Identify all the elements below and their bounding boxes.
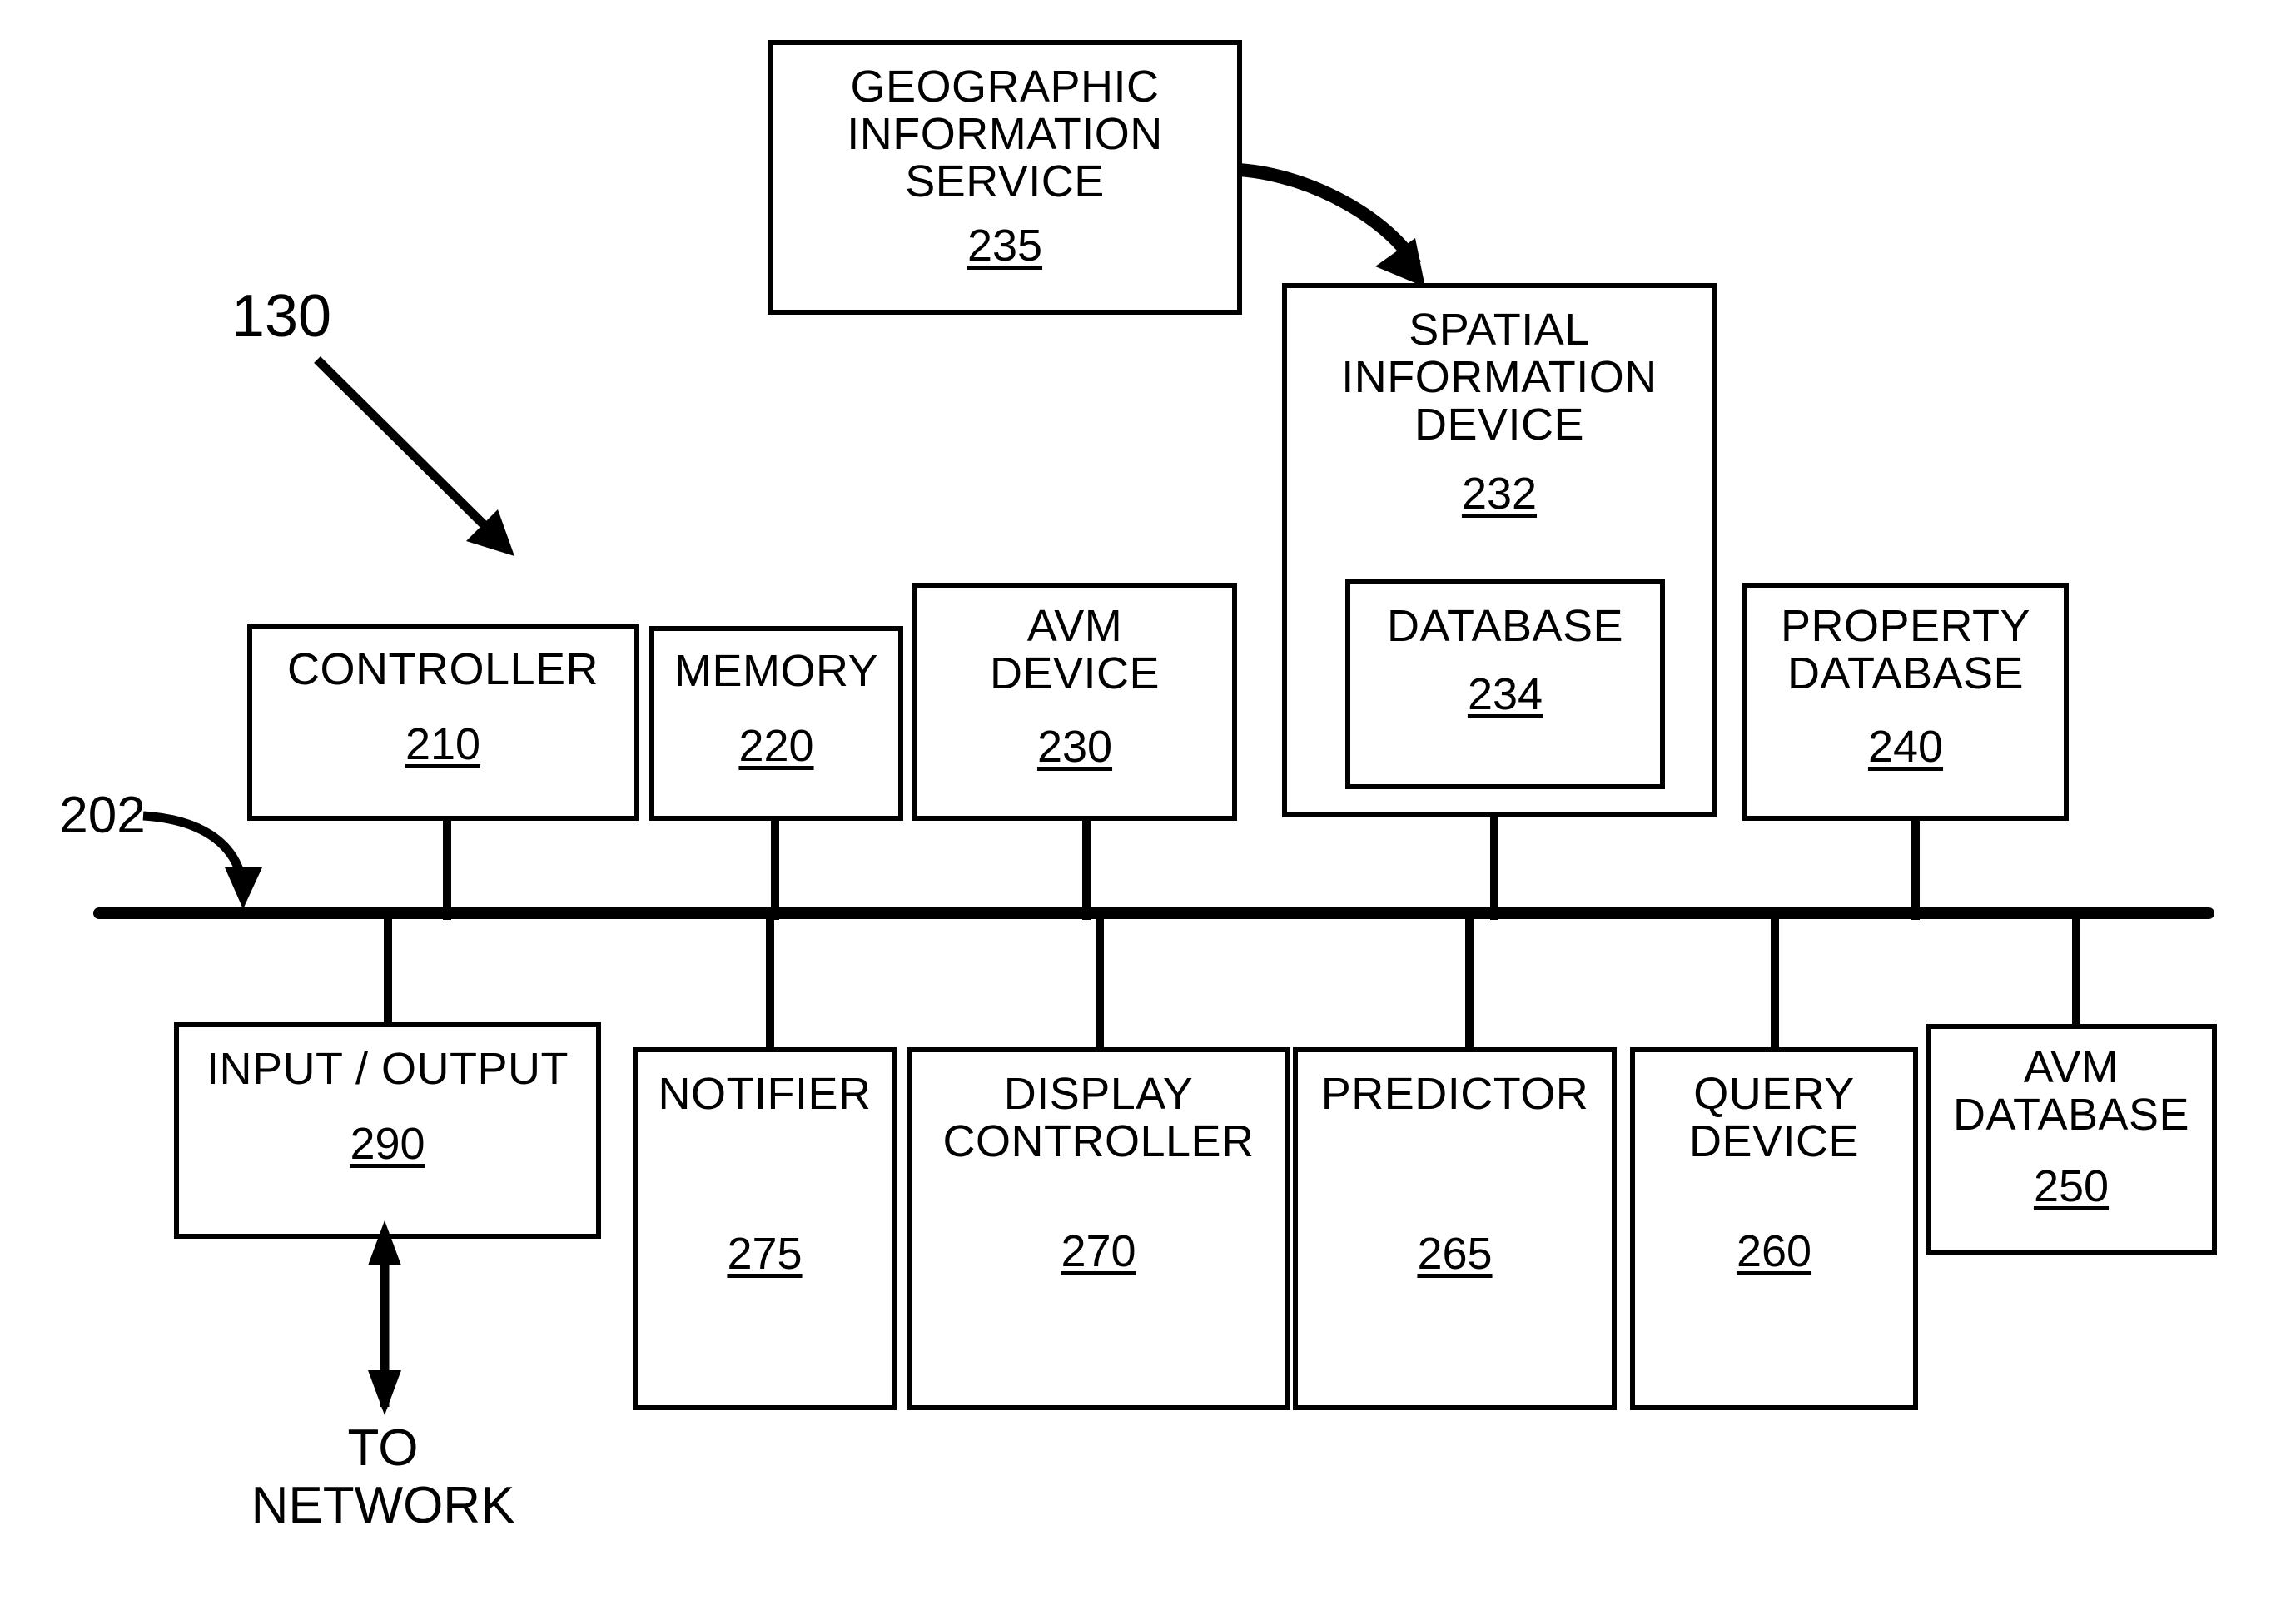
system-leader-arrow-icon <box>314 356 514 556</box>
block-refnum: 260 <box>1736 1226 1812 1277</box>
block-title: GEOGRAPHIC INFORMATION SERVICE <box>847 62 1163 207</box>
block-property-database[interactable]: PROPERTY DATABASE 240 <box>1742 583 2069 821</box>
block-title: CONTROLLER <box>286 644 599 694</box>
block-refnum: 234 <box>1467 669 1543 720</box>
block-spatial-information-device[interactable]: SPATIAL INFORMATION DEVICE 232 DATABASE … <box>1282 283 1717 817</box>
block-refnum: 230 <box>1036 722 1113 773</box>
block-refnum: 235 <box>967 220 1043 271</box>
block-title: PROPERTY DATABASE <box>1780 601 2031 699</box>
block-input-output[interactable]: INPUT / OUTPUT 290 <box>174 1022 601 1239</box>
block-refnum: 290 <box>350 1119 425 1170</box>
block-database[interactable]: DATABASE 234 <box>1345 579 1665 789</box>
block-refnum: 270 <box>1061 1226 1136 1277</box>
block-title: AVM DEVICE <box>989 601 1160 699</box>
block-avm-device[interactable]: AVM DEVICE 230 <box>912 583 1237 821</box>
patent-figure-canvas: GEOGRAPHIC INFORMATION SERVICE 235 SPATI… <box>0 0 2296 1615</box>
block-display-controller[interactable]: DISPLAY CONTROLLER 270 <box>907 1047 1290 1410</box>
block-refnum: 265 <box>1417 1229 1493 1280</box>
block-title: AVM DATABASE <box>1952 1042 2190 1140</box>
block-query-device[interactable]: QUERY DEVICE 260 <box>1630 1047 1918 1410</box>
system-reference-label: 130 <box>231 283 332 350</box>
block-refnum: 220 <box>738 721 814 772</box>
block-predictor[interactable]: PREDICTOR 265 <box>1293 1047 1617 1410</box>
block-title: DISPLAY CONTROLLER <box>942 1069 1255 1167</box>
block-title: QUERY DEVICE <box>1688 1069 1860 1167</box>
block-title: NOTIFIER <box>658 1069 872 1119</box>
connector-memory-to-bus <box>771 816 779 920</box>
system-bus-line <box>93 907 2214 919</box>
to-network-label: TO NETWORK <box>251 1419 515 1535</box>
connector-bus-to-predictor <box>1465 911 1474 1052</box>
block-refnum: 275 <box>727 1229 803 1280</box>
block-title: INPUT / OUTPUT <box>206 1044 569 1094</box>
gis-to-spatial-arrow-icon <box>1237 163 1425 287</box>
block-refnum: 232 <box>1461 468 1538 519</box>
block-avm-database[interactable]: AVM DATABASE 250 <box>1926 1024 2217 1255</box>
block-notifier[interactable]: NOTIFIER 275 <box>633 1047 897 1410</box>
connector-bus-to-display-controller <box>1096 911 1104 1052</box>
block-title: DATABASE <box>1386 601 1624 651</box>
connector-bus-to-input-output <box>384 911 392 1027</box>
block-refnum: 240 <box>1867 722 1944 773</box>
connector-bus-to-notifier <box>766 911 774 1052</box>
bus-leader-arrow-icon <box>142 811 262 909</box>
connector-controller-to-bus <box>443 816 451 920</box>
network-double-arrow-icon <box>368 1220 401 1415</box>
block-refnum: 210 <box>405 719 481 770</box>
block-controller[interactable]: CONTROLLER 210 <box>247 624 639 821</box>
connector-avm-device-to-bus <box>1082 816 1091 920</box>
bus-reference-label: 202 <box>59 787 146 844</box>
block-title: PREDICTOR <box>1320 1069 1589 1119</box>
block-refnum: 250 <box>2033 1161 2110 1212</box>
connector-bus-to-query-device <box>1771 911 1779 1052</box>
connector-bus-to-avm-database <box>2072 911 2080 1027</box>
block-geographic-information-service[interactable]: GEOGRAPHIC INFORMATION SERVICE 235 <box>768 40 1242 315</box>
block-memory[interactable]: MEMORY 220 <box>649 626 903 821</box>
block-title: SPATIAL INFORMATION DEVICE <box>1341 305 1657 450</box>
block-title: MEMORY <box>673 646 879 696</box>
connector-property-database-to-bus <box>1911 816 1920 920</box>
connector-spatial-information-device-to-bus <box>1490 812 1498 920</box>
